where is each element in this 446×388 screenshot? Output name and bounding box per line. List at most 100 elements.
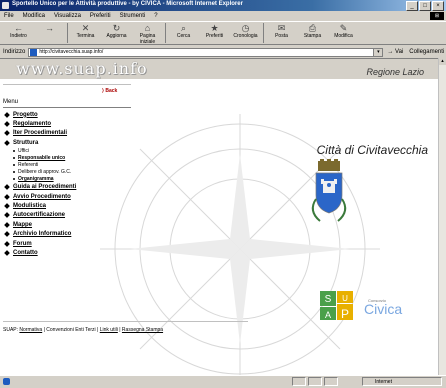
menu-item[interactable]: Archivio Informatico <box>3 230 76 239</box>
bullet-icon <box>13 171 15 174</box>
menu-heading: Menu <box>3 99 19 105</box>
site-menu: Progetto Regolamento Iter Procedimentali St… <box>3 110 76 258</box>
toolbar-button-forward-arrow[interactable]: → <box>34 22 65 44</box>
toolbar-button-label: Indietro <box>10 33 27 39</box>
close-button[interactable]: × <box>432 1 444 11</box>
footer-separator: | <box>119 327 121 333</box>
status-cell <box>308 377 322 386</box>
menu-item[interactable]: Iter Procedimentali <box>3 129 76 138</box>
back-link[interactable]: ⟩ Back <box>102 88 117 94</box>
browser-toolbar: ← Indietro → ✕ Termina ↻ Aggiorna ⌂ Pagina inizi… <box>0 21 446 45</box>
diamond-bullet-icon <box>4 130 10 137</box>
links-button[interactable]: Collegamenti <box>409 49 444 55</box>
toolbar-button-label: Stampa <box>303 33 322 39</box>
mail-icon: ✉ <box>277 23 286 33</box>
stop-icon: ✕ <box>81 23 90 33</box>
menu-item[interactable]: Forum <box>3 239 76 248</box>
menu-item-label[interactable]: Modulistica <box>13 203 46 209</box>
address-dropdown-icon[interactable]: ▾ <box>373 48 383 56</box>
menu-visualizza[interactable]: Visualizza <box>54 13 81 19</box>
submenu-item: Delibere di approv. G.C. <box>13 169 76 176</box>
menu-item-label[interactable]: Regolamento <box>13 121 51 127</box>
menu-help[interactable]: ? <box>154 13 157 19</box>
maximize-button[interactable]: □ <box>419 1 431 11</box>
vertical-scrollbar[interactable]: ▴ <box>438 58 446 375</box>
menu-item[interactable]: Modulistica <box>3 201 76 210</box>
menu-item-label[interactable]: Avvio Procedimento <box>13 194 71 200</box>
toolbar-button-favorites[interactable]: ★ Preferiti <box>199 22 230 44</box>
city-title: Città di Civitavecchia <box>316 143 428 157</box>
logo-letter-s: S <box>325 294 332 305</box>
suap-logo-icon: S U A P <box>320 291 353 321</box>
menu-item[interactable]: Mappe <box>3 220 76 229</box>
footer-link-utili[interactable]: Link utili <box>100 327 118 333</box>
menu-item-label[interactable]: Mappe <box>13 222 32 228</box>
menu-item-label[interactable]: Iter Procedimentali <box>13 130 67 136</box>
menu-item[interactable]: Avvio Procedimento <box>3 192 76 201</box>
ie-app-icon <box>2 2 9 9</box>
submenu-item-label: Referenti <box>18 162 39 169</box>
toolbar-button-mail[interactable]: ✉ Posta <box>266 22 297 44</box>
menu-item-label: Struttura <box>13 139 39 146</box>
civica-logo[interactable]: Civica <box>364 301 402 317</box>
diamond-bullet-icon <box>4 193 10 200</box>
footer-prefix: SUAP: <box>3 327 19 333</box>
toolbar-button-print[interactable]: ⎙ Stampa <box>297 22 328 44</box>
forward-arrow-icon: → <box>45 23 54 33</box>
bullet-icon <box>13 178 15 181</box>
address-input[interactable]: http://civitavecchia.suap.info/ ▾ <box>28 47 384 57</box>
divider <box>3 84 131 85</box>
menu-item-label[interactable]: Archivio Informatico <box>13 231 71 237</box>
diamond-bullet-icon <box>4 184 10 191</box>
toolbar-button-label: Modifica <box>334 33 353 39</box>
search-icon: ⌕ <box>180 23 187 33</box>
minimize-button[interactable]: _ <box>406 1 418 11</box>
toolbar-button-label: Posta <box>275 33 288 39</box>
toolbar-button-back-arrow[interactable]: ← Indietro <box>3 22 34 44</box>
menu-item-label[interactable]: Contatto <box>13 250 38 256</box>
toolbar-button-refresh[interactable]: ↻ Aggiorna <box>101 22 132 44</box>
scroll-up-icon[interactable]: ▴ <box>439 58 446 65</box>
footer-link-rassegna[interactable]: Rassegna Stampa <box>122 327 163 333</box>
diamond-bullet-icon <box>4 203 10 209</box>
menu-item[interactable]: Guida ai Procedimenti <box>3 183 76 192</box>
menu-file[interactable]: File <box>4 13 14 19</box>
site-logo[interactable]: www.suap.info <box>16 59 148 78</box>
print-icon: ⎙ <box>308 23 317 33</box>
regione-label: Regione Lazio <box>366 67 424 77</box>
diamond-bullet-icon <box>4 240 10 247</box>
toolbar-button-stop[interactable]: ✕ Termina <box>70 22 101 44</box>
menu-item[interactable]: Regolamento <box>3 119 76 128</box>
menu-item[interactable]: Contatto <box>3 248 76 257</box>
toolbar-button-edit[interactable]: ✎ Modifica <box>328 22 359 44</box>
address-value: http://civitavecchia.suap.info/ <box>39 49 104 55</box>
status-cell <box>324 377 338 386</box>
toolbar-button-history[interactable]: ◷ Cronologia <box>230 22 261 44</box>
bullet-icon <box>13 150 15 153</box>
edit-icon: ✎ <box>339 23 348 33</box>
go-button[interactable]: → Vai <box>387 49 403 55</box>
submenu-item-label[interactable]: Responsabile unico <box>18 155 65 161</box>
submenu-item[interactable]: Responsabile unico <box>13 155 76 162</box>
menu-item-label[interactable]: Progetto <box>13 112 38 118</box>
window-titlebar: Sportello Unico per le Attività produtti… <box>0 0 446 11</box>
toolbar-button-home[interactable]: ⌂ Pagina iniziale <box>132 22 163 45</box>
menu-item[interactable]: Progetto <box>3 110 76 119</box>
toolbar-button-label: Termina <box>76 33 95 39</box>
windows-logo-icon: ⊞ <box>430 12 444 20</box>
menu-item-label[interactable]: Forum <box>13 241 32 247</box>
submenu-item-label[interactable]: Organigramma <box>18 176 54 182</box>
footer-text: | Convenzioni Enti Terzi | <box>43 327 99 333</box>
submenu-item[interactable]: Organigramma <box>13 176 76 183</box>
menu-modifica[interactable]: Modifica <box>23 13 45 19</box>
menu-item-label[interactable]: Guida ai Procedimenti <box>13 184 76 190</box>
menu-preferiti[interactable]: Preferiti <box>90 13 111 19</box>
menu-strumenti[interactable]: Strumenti <box>120 13 146 19</box>
menu-bar: File Modifica Visualizza Preferiti Strum… <box>0 11 446 21</box>
menu-item-label[interactable]: Autocertificazione <box>13 212 65 218</box>
toolbar-button-label: Pagina iniziale <box>139 33 156 45</box>
toolbar-button-search[interactable]: ⌕ Cerca <box>168 22 199 44</box>
footer-link-normativa[interactable]: Normativa <box>19 327 42 333</box>
menu-item[interactable]: Autocertificazione <box>3 211 76 220</box>
diamond-bullet-icon <box>4 140 10 146</box>
